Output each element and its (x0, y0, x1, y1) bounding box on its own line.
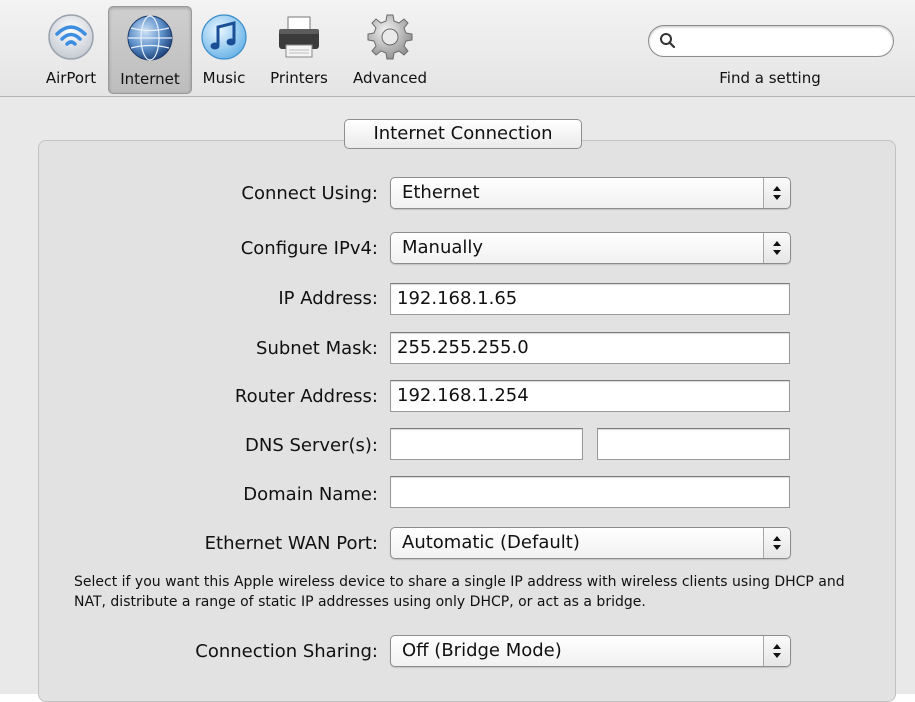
configure-ipv4-label: Configure IPv4: (240, 238, 378, 259)
internet-globe-icon (127, 15, 173, 61)
popup-arrows-icon (763, 636, 790, 666)
popup-arrows-icon (763, 178, 790, 208)
dns-server-1-field[interactable] (390, 428, 583, 460)
connection-sharing-description: Select if you want this Apple wireless d… (74, 574, 845, 610)
music-note-icon (201, 14, 247, 60)
section-title: Internet Connection (344, 119, 582, 149)
search-field[interactable] (648, 25, 894, 57)
gear-icon (367, 14, 413, 60)
internet-connection-group (38, 140, 896, 702)
airport-wifi-icon (48, 14, 94, 60)
ethernet-wan-port-label: Ethernet WAN Port: (204, 533, 378, 554)
dns-server-2-field[interactable] (597, 428, 790, 460)
ethernet-wan-port-value: Automatic (Default) (402, 532, 580, 553)
toolbar-label-internet: Internet (120, 70, 180, 88)
toolbar: AirPort Internet Music Printers Advanced… (0, 0, 915, 97)
popup-arrows-icon (763, 233, 790, 263)
ip-address-label: IP Address: (278, 288, 378, 309)
toolbar-label-printers: Printers (270, 69, 328, 87)
printer-icon (279, 16, 319, 58)
router-address-label: Router Address: (234, 386, 378, 407)
subnet-mask-field[interactable]: 255.255.255.0 (390, 332, 790, 364)
toolbar-item-advanced[interactable]: Advanced (344, 6, 436, 92)
domain-name-field[interactable] (390, 476, 790, 508)
toolbar-item-printers[interactable]: Printers (260, 6, 338, 92)
search-input[interactable] (681, 30, 885, 54)
connection-sharing-value: Off (Bridge Mode) (402, 640, 562, 661)
dns-servers-label: DNS Server(s): (245, 435, 378, 456)
toolbar-item-internet[interactable]: Internet (108, 6, 192, 94)
ip-address-field[interactable]: 192.168.1.65 (390, 283, 790, 315)
connect-using-value: Ethernet (402, 182, 480, 203)
router-address-field[interactable]: 192.168.1.254 (390, 380, 790, 412)
domain-name-label: Domain Name: (243, 484, 378, 505)
toolbar-label-airport: AirPort (45, 69, 97, 87)
connection-sharing-popup[interactable]: Off (Bridge Mode) (390, 635, 791, 667)
toolbar-item-music[interactable]: Music (196, 6, 252, 92)
popup-arrows-icon (763, 528, 790, 558)
toolbar-label-advanced: Advanced (352, 69, 428, 87)
ethernet-wan-port-popup[interactable]: Automatic (Default) (390, 527, 791, 559)
find-setting-label: Find a setting (719, 69, 821, 87)
toolbar-label-music: Music (202, 69, 246, 87)
connection-sharing-label: Connection Sharing: (195, 641, 378, 662)
search-icon (660, 33, 676, 49)
connect-using-popup[interactable]: Ethernet (390, 177, 791, 209)
toolbar-item-airport[interactable]: AirPort (36, 6, 106, 92)
connect-using-label: Connect Using: (241, 183, 378, 204)
configure-ipv4-popup[interactable]: Manually (390, 232, 791, 264)
configure-ipv4-value: Manually (402, 237, 484, 258)
subnet-mask-label: Subnet Mask: (256, 338, 378, 359)
